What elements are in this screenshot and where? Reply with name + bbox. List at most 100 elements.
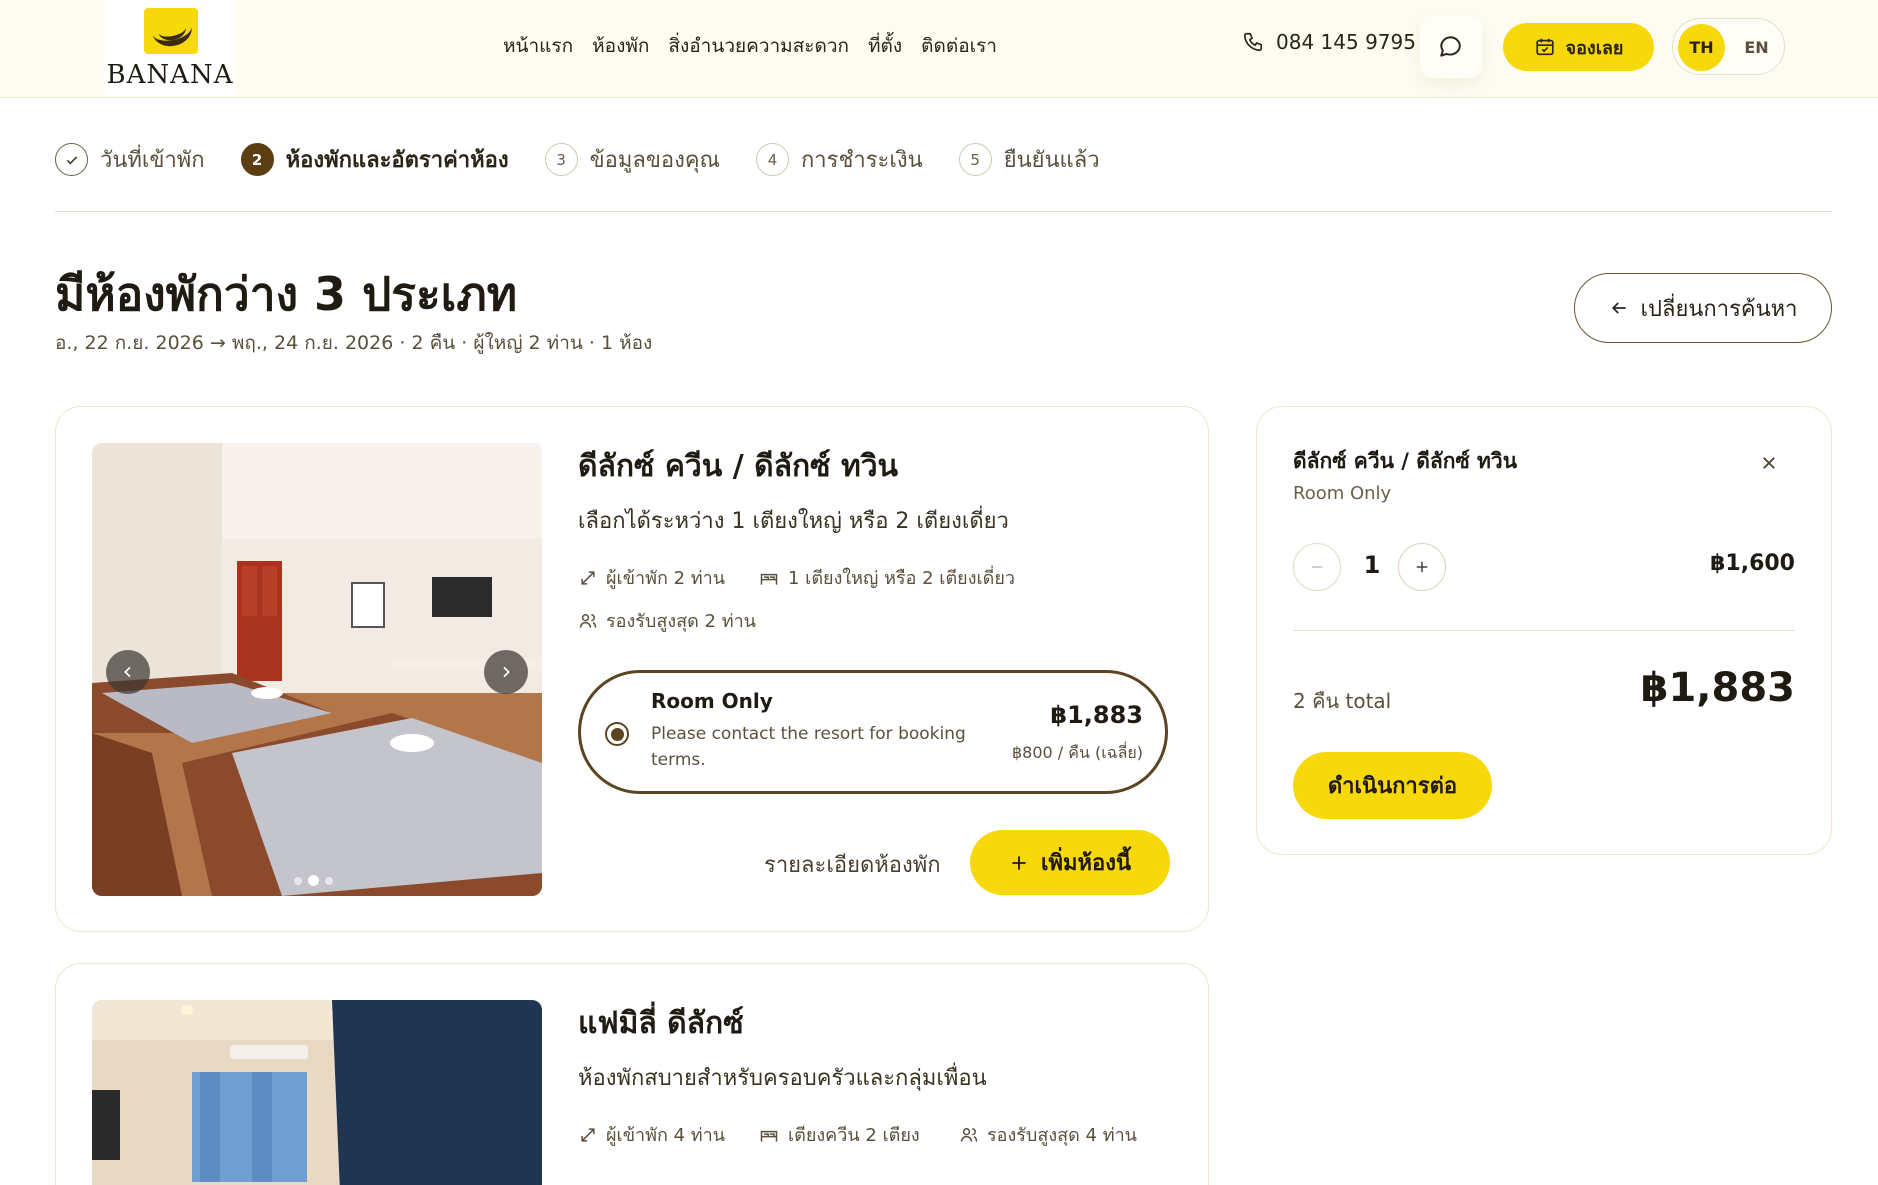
room-photo-carousel[interactable] [92, 443, 542, 896]
chat-button[interactable] [1420, 16, 1482, 78]
add-room-label: เพิ่มห้องนี้ [1040, 851, 1132, 876]
carousel-dots [294, 875, 333, 886]
continue-button[interactable]: ดำเนินการต่อ [1293, 752, 1492, 819]
expand-arrows-icon [578, 568, 598, 588]
feature-max-guests: รองรับสูงสุด 2 ท่าน [578, 606, 756, 635]
change-search-label: เปลี่ยนการค้นหา [1640, 296, 1798, 322]
feature-label: เตียงควีน 2 เตียง [788, 1125, 920, 1146]
feature-guests: ผู้เข้าพัก 4 ท่าน [578, 1120, 725, 1149]
lang-en-button[interactable]: EN [1733, 24, 1780, 71]
room-photo-carousel[interactable] [92, 1000, 542, 1185]
rate-option-room-only[interactable]: Room Only Please contact the resort for … [578, 670, 1168, 794]
nav-rooms[interactable]: ห้องพัก [592, 31, 649, 61]
top-navigation-bar: BANANA หน้าแรก ห้องพัก สิ่งอำนวยความสะดว… [0, 0, 1878, 98]
rate-note: Please contact the resort for booking te… [651, 724, 966, 770]
summary-room-name: ดีลักซ์ ควีน / ดีลักซ์ ทวิน [1293, 449, 1518, 473]
plus-icon [1009, 853, 1029, 873]
language-switcher: TH EN [1672, 18, 1785, 75]
carousel-next-button[interactable] [484, 650, 528, 694]
step-confirmed: 5 ยืนยันแล้ว [958, 142, 1100, 177]
room-description: เลือกได้ระหว่าง 1 เตียงใหญ่ หรือ 2 เตียง… [578, 509, 1009, 534]
book-now-button[interactable]: จองเลย [1503, 23, 1654, 71]
room-quantity: 1 [1363, 551, 1381, 579]
room-card: แฟมิลี่ ดีลักซ์ ห้องพักสบายสำหรับครอบครั… [55, 963, 1209, 1185]
quantity-decrease-button[interactable] [1293, 543, 1341, 591]
step-number: 2 [240, 143, 274, 176]
change-search-button[interactable]: เปลี่ยนการค้นหา [1574, 273, 1832, 343]
nav-location[interactable]: ที่ตั้ง [868, 31, 902, 61]
bed-icon [758, 568, 780, 588]
step-guest-info: 3 ข้อมูลของคุณ [544, 142, 720, 177]
feature-label: รองรับสูงสุด 2 ท่าน [606, 611, 756, 632]
feature-label: ผู้เข้าพัก 2 ท่าน [606, 568, 726, 589]
remove-room-button[interactable] [1757, 451, 1781, 475]
nav-facilities[interactable]: สิ่งอำนวยความสะดวก [668, 31, 849, 61]
quantity-increase-button[interactable] [1398, 543, 1446, 591]
step-label: วันที่เข้าพัก [100, 148, 205, 173]
close-icon [1760, 454, 1778, 472]
banana-logo-icon [144, 8, 198, 54]
feature-beds: 1 เตียงใหญ่ หรือ 2 เตียงเดี่ยว [758, 563, 1015, 592]
step-number: 3 [544, 143, 578, 176]
booking-steps: วันที่เข้าพัก 2 ห้องพักและอัตราค่าห้อง 3… [55, 142, 1136, 177]
room-description: ห้องพักสบายสำหรับครอบครัวและกลุ่มเพื่อน [578, 1066, 987, 1091]
rate-price: ฿1,883 [1050, 701, 1143, 729]
bed-icon [758, 1125, 780, 1145]
phone-icon [1242, 31, 1264, 53]
step-rooms-rates: 2 ห้องพักและอัตราค่าห้อง [240, 142, 509, 177]
nav-contact[interactable]: ติดต่อเรา [921, 31, 997, 61]
step-label: ยืนยันแล้ว [1003, 148, 1100, 173]
nav-home[interactable]: หน้าแรก [503, 31, 573, 61]
room-photo-family [92, 1000, 542, 1185]
room-card: ดีลักซ์ ควีน / ดีลักซ์ ทวิน เลือกได้ระหว… [55, 406, 1209, 932]
summary-rate: Room Only [1293, 483, 1392, 504]
carousel-dot[interactable] [294, 876, 302, 885]
room-details-link[interactable]: รายละเอียดห้องพัก [764, 847, 941, 882]
expand-arrows-icon [578, 1125, 598, 1145]
phone-link[interactable]: 084 145 9795 [1242, 30, 1416, 54]
add-room-button[interactable]: เพิ่มห้องนี้ [970, 830, 1170, 895]
chat-bubble-icon [1438, 34, 1464, 60]
step-label: ข้อมูลของคุณ [589, 148, 720, 173]
step-payment: 4 การชำระเงิน [755, 142, 923, 177]
lang-th-button[interactable]: TH [1678, 24, 1725, 71]
divider [55, 211, 1832, 212]
carousel-dot-active[interactable] [308, 875, 319, 886]
step-number: 4 [755, 143, 789, 176]
rate-radio-selected[interactable] [605, 722, 629, 746]
minus-icon [1308, 558, 1326, 576]
step-label: การชำระเงิน [800, 148, 923, 173]
step-number: 5 [958, 143, 992, 176]
book-now-label: จองเลย [1565, 37, 1624, 58]
feature-label: 1 เตียงใหญ่ หรือ 2 เตียงเดี่ยว [788, 568, 1015, 589]
step-label: ห้องพักและอัตราค่าห้อง [285, 148, 509, 173]
rate-title: Room Only [651, 689, 773, 713]
carousel-dot[interactable] [325, 876, 333, 885]
users-icon [959, 1125, 979, 1145]
chevron-left-icon [120, 664, 136, 680]
check-icon [55, 143, 88, 176]
room-photo-deluxe [92, 443, 542, 896]
feature-label: รองรับสูงสุด 4 ท่าน [987, 1125, 1137, 1146]
rate-per-night: ฿800 / คืน (เฉลี่ย) [1011, 743, 1143, 762]
plus-icon [1413, 558, 1431, 576]
room-name: ดีลักซ์ ควีน / ดีลักซ์ ทวิน [578, 449, 899, 484]
users-icon [578, 611, 598, 631]
chevron-right-icon [498, 664, 514, 680]
arrow-left-icon [1609, 298, 1629, 318]
summary-line-price: ฿1,600 [1710, 551, 1795, 576]
feature-beds: เตียงควีน 2 เตียง [758, 1120, 920, 1149]
brand-name: BANANA [106, 60, 234, 90]
feature-guests: ผู้เข้าพัก 2 ท่าน [578, 563, 725, 592]
step-dates[interactable]: วันที่เข้าพัก [55, 142, 205, 177]
calendar-icon [1534, 36, 1556, 58]
booking-summary-panel: ดีลักซ์ ควีน / ดีลักซ์ ทวิน Room Only 1 … [1256, 406, 1832, 855]
phone-number: 084 145 9795 [1276, 30, 1416, 54]
carousel-prev-button[interactable] [106, 650, 150, 694]
divider [1293, 630, 1795, 631]
summary-total-label: 2 คืน total [1293, 689, 1392, 713]
search-summary: อ., 22 ก.ย. 2026 → พฤ., 24 ก.ย. 2026 · 2… [55, 332, 653, 354]
page-title: มีห้องพักว่าง 3 ประเภท [55, 267, 518, 321]
brand-logo[interactable]: BANANA [104, 0, 236, 96]
main-nav: หน้าแรก ห้องพัก สิ่งอำนวยความสะดวก ที่ตั… [503, 31, 997, 61]
